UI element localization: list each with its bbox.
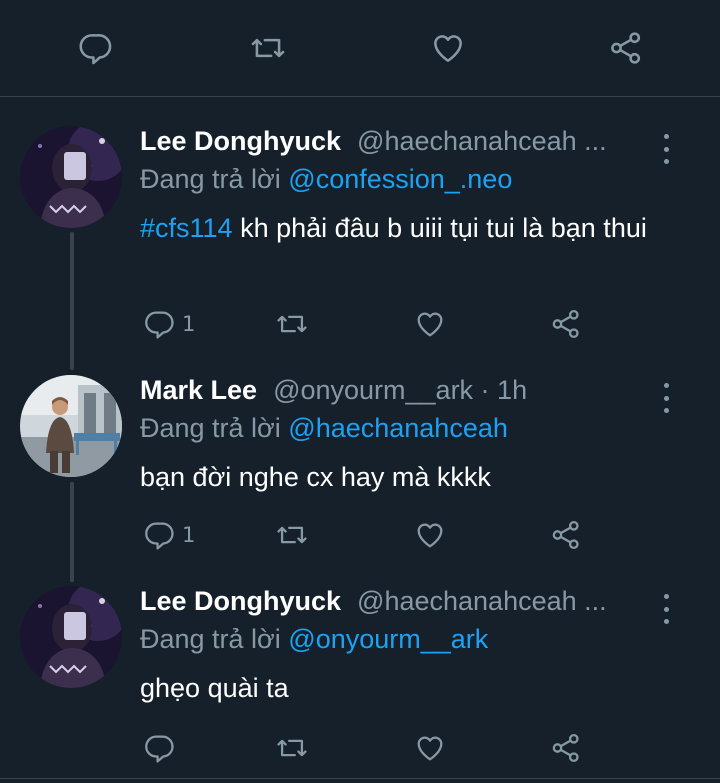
- reply-button[interactable]: [76, 28, 114, 68]
- reply-context: Đang trả lời @onyourm__ark: [140, 624, 488, 655]
- tweet-text: #cfs114 kh phải đâu b uiii tụi tui là bạ…: [140, 208, 685, 248]
- divider: [0, 778, 720, 779]
- reply-count: 1: [182, 312, 196, 336]
- retweet-icon: [251, 38, 285, 58]
- retweet-icon: [277, 526, 307, 544]
- display-name[interactable]: Lee Donghyuck: [140, 126, 341, 157]
- reply-button[interactable]: 1: [142, 515, 195, 555]
- comment-icon: [145, 735, 174, 763]
- mention-link[interactable]: @haechanahceah: [288, 413, 508, 443]
- retweet-button[interactable]: [274, 304, 310, 344]
- share-icon: [552, 309, 579, 339]
- tweet-item[interactable]: Lee Donghyuck @haechanahceah ... Đang tr…: [0, 586, 720, 776]
- like-button[interactable]: [428, 28, 468, 68]
- retweet-icon: [277, 315, 307, 333]
- share-icon: [552, 520, 579, 550]
- more-options-button[interactable]: [654, 594, 678, 624]
- display-name[interactable]: Lee Donghyuck: [140, 586, 341, 617]
- reply-prefix: Đang trả lời: [140, 413, 281, 443]
- reply-button[interactable]: 1: [142, 304, 195, 344]
- mention-link[interactable]: @onyourm__ark: [288, 624, 488, 654]
- tweet-text-content: kh phải đâu b uiii tụi tui là bạn thui: [232, 213, 647, 243]
- avatar[interactable]: [20, 126, 122, 228]
- reply-context: Đang trả lời @haechanahceah: [140, 413, 508, 444]
- reply-button[interactable]: [142, 728, 182, 768]
- heart-icon: [417, 312, 443, 337]
- reply-prefix: Đang trả lời: [140, 624, 281, 654]
- hashtag-link[interactable]: #cfs114: [140, 213, 233, 243]
- comment-icon: [79, 34, 112, 65]
- share-button[interactable]: [548, 515, 584, 555]
- like-button[interactable]: [412, 515, 448, 555]
- tweet-text: bạn đời nghe cx hay mà kkkk: [140, 462, 491, 492]
- user-handle[interactable]: @haechanahceah ...: [357, 126, 607, 157]
- previous-tweet-actions: [0, 0, 720, 97]
- reply-count: 1: [182, 523, 196, 547]
- user-handle[interactable]: @onyourm__ark · 1h: [273, 375, 527, 406]
- retweet-icon: [277, 739, 307, 757]
- avatar[interactable]: [20, 586, 122, 688]
- tweet-item[interactable]: Mark Lee @onyourm__ark · 1h Đang trả lời…: [0, 375, 720, 555]
- more-options-button[interactable]: [654, 134, 678, 164]
- retweet-button[interactable]: [274, 515, 310, 555]
- comment-icon: [145, 311, 174, 339]
- display-name[interactable]: Mark Lee: [140, 375, 257, 406]
- comment-icon: [145, 522, 174, 550]
- avatar[interactable]: [20, 375, 122, 477]
- share-button[interactable]: [548, 304, 584, 344]
- user-handle[interactable]: @haechanahceah ...: [357, 586, 607, 617]
- share-button[interactable]: [548, 728, 584, 768]
- retweet-button[interactable]: [248, 28, 288, 68]
- more-options-button[interactable]: [654, 383, 678, 413]
- share-button[interactable]: [606, 28, 646, 68]
- reply-context: Đang trả lời @confession_.neo: [140, 164, 512, 195]
- mention-link[interactable]: @confession_.neo: [288, 164, 512, 194]
- retweet-button[interactable]: [274, 728, 310, 768]
- like-button[interactable]: [412, 304, 448, 344]
- heart-icon: [417, 736, 443, 761]
- like-button[interactable]: [412, 728, 448, 768]
- share-icon: [611, 32, 641, 64]
- tweet-item[interactable]: Lee Donghyuck @haechanahceah ... Đang tr…: [0, 126, 720, 346]
- heart-icon: [434, 35, 462, 62]
- tweet-text: ghẹo quài ta: [140, 673, 289, 703]
- reply-prefix: Đang trả lời: [140, 164, 281, 194]
- heart-icon: [417, 523, 443, 548]
- share-icon: [552, 733, 579, 763]
